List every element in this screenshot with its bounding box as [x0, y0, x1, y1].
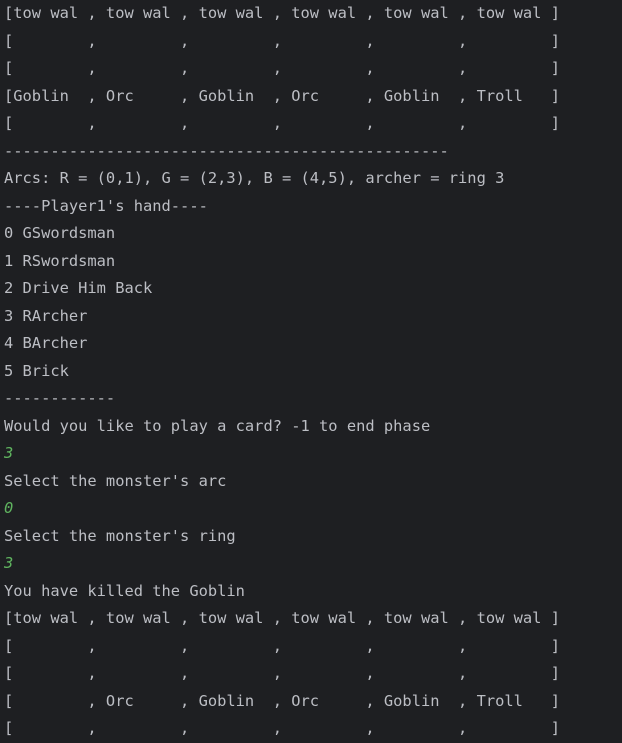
console-output-line: [ , , , , , ] — [4, 664, 560, 682]
console-output-line: ----Player1's hand---- — [4, 196, 208, 215]
console-output-line: [ , , , , , ] — [4, 59, 560, 77]
console-output-line: [Goblin , Orc , Goblin , Orc , Goblin , … — [4, 86, 560, 105]
console-output-line: [ , , , , , ] — [4, 636, 560, 655]
console-output-line: 3 RArcher — [4, 306, 88, 325]
console-output-line: Select the monster's arc — [4, 471, 227, 490]
console-output-line: Select the monster's ring — [4, 526, 236, 545]
console-output-line: [ , , , , , ] — [4, 114, 560, 132]
console-output-line: [ , Orc , Goblin , Orc , Goblin , Troll … — [4, 691, 560, 710]
console-output-line: [ , , , , , ] — [4, 31, 560, 50]
console-output-line: ----------------------------------------… — [4, 141, 449, 160]
console-output-line: Arcs: R = (0,1), G = (2,3), B = (4,5), a… — [4, 169, 505, 187]
console-output-line: [ , , , , , ] — [4, 719, 560, 737]
console-output-line: [tow wal , tow wal , tow wal , tow wal ,… — [4, 609, 560, 627]
console-output-line: 2 Drive Him Back — [4, 279, 153, 297]
console-output-line: ------------ — [4, 389, 116, 407]
console-output: [tow wal , tow wal , tow wal , tow wal ,… — [4, 0, 622, 743]
console-input-line: 3 — [4, 444, 14, 462]
console-output-line: 0 GSwordsman — [4, 224, 116, 242]
console-input-line: 3 — [4, 554, 14, 572]
console-output-line: You have killed the Goblin — [4, 581, 245, 600]
console-output-line: 4 BArcher — [4, 334, 88, 352]
console-output-line: [tow wal , tow wal , tow wal , tow wal ,… — [4, 4, 560, 22]
console-output-line: Would you like to play a card? -1 to end… — [4, 416, 431, 435]
console-input-line: 0 — [4, 499, 14, 517]
console-output-line: 5 Brick — [4, 361, 69, 380]
console-output-line: 1 RSwordsman — [4, 251, 116, 270]
